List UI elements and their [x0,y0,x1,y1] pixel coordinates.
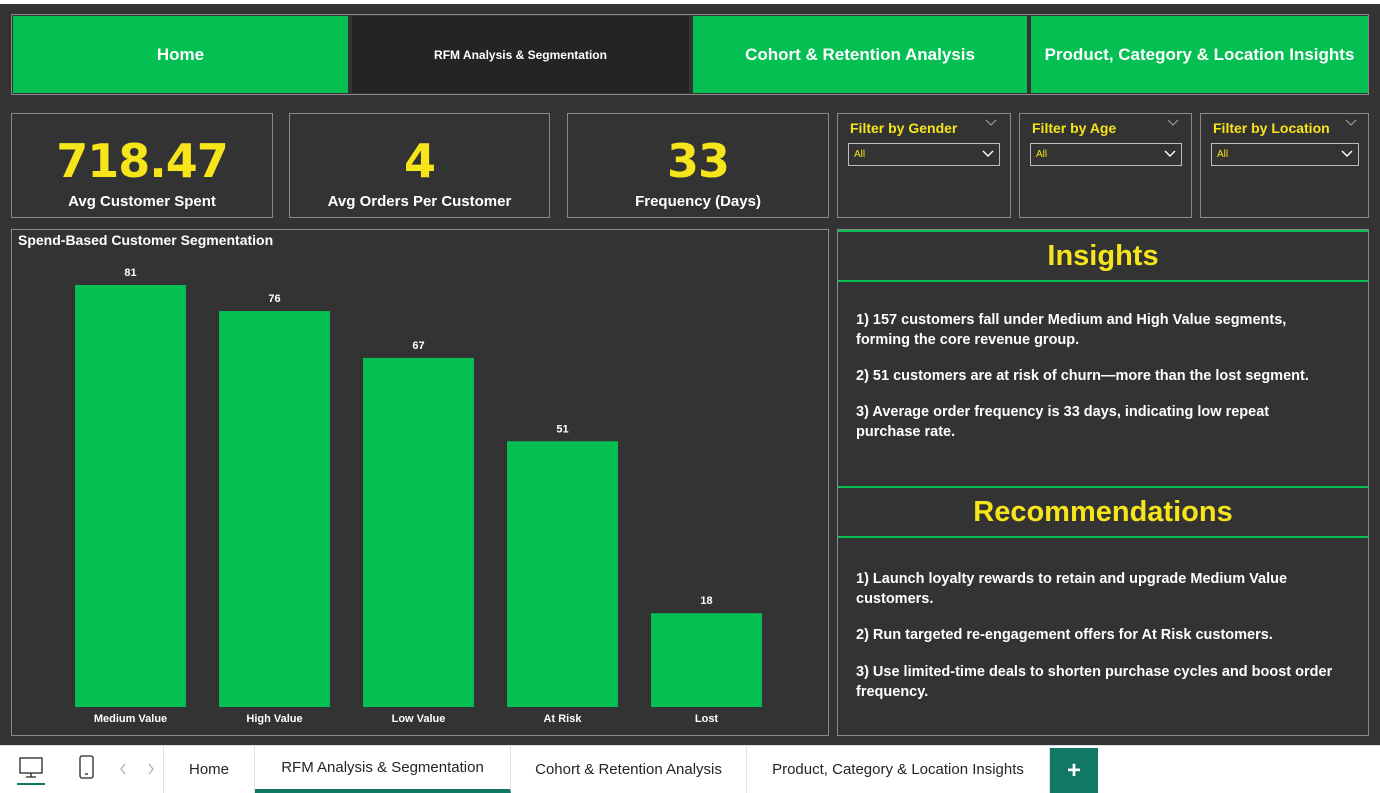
recommendation-item: 3) Use limited-time deals to shorten pur… [856,664,1333,700]
nav-product-label: Product, Category & Location Insights [1044,44,1355,64]
chevron-down-icon[interactable] [985,118,997,130]
filter-gender-dropdown[interactable]: All [848,143,1000,166]
tab-label: Product, Category & Location Insights [772,761,1024,778]
insight-item: 3) Average order frequency is 33 days, i… [856,404,1270,440]
x-tick-label: Low Value [392,713,446,725]
kpi-label: Avg Customer Spent [68,193,216,210]
kpi-label: Avg Orders Per Customer [327,193,512,210]
tab-label: RFM Analysis & Segmentation [281,759,484,776]
filter-location-dropdown[interactable]: All [1211,143,1359,166]
filter-location-slicer: Filter by Location All [1200,113,1369,218]
data-label: 18 [700,595,712,607]
bar-at-risk[interactable] [507,441,618,707]
kpi-label: Frequency (Days) [635,193,761,210]
x-tick-label: At Risk [544,713,583,725]
report-canvas: Home RFM Analysis & Segmentation Cohort … [0,0,1380,745]
kpi-card-avg-spent: 718.47 Avg Customer Spent [11,113,273,218]
bar-medium-value[interactable] [75,285,186,707]
chevron-down-icon[interactable] [1345,118,1357,130]
chevron-down-icon [981,146,995,160]
page-tab-bar: Home RFM Analysis & Segmentation Cohort … [0,745,1380,793]
top-edge [0,0,1380,4]
chevron-down-icon [1163,146,1177,160]
mobile-view-icon[interactable] [78,755,96,786]
tab-rfm-analysis[interactable]: RFM Analysis & Segmentation [255,746,511,793]
recommendation-item: 1) Launch loyalty rewards to retain and … [856,571,1288,607]
data-label: 51 [556,423,568,435]
kpi-value: 718.47 [56,134,229,188]
tab-product-category[interactable]: Product, Category & Location Insights [747,746,1050,793]
recommendations-title: Recommendations [838,486,1368,538]
bar-high-value[interactable] [219,311,330,707]
segmentation-chart: Spend-Based Customer Segmentation 81 Medi… [11,229,829,736]
kpi-card-avg-orders: 4 Avg Orders Per Customer [289,113,550,218]
tab-home[interactable]: Home [163,746,255,793]
filter-age-slicer: Filter by Age All [1019,113,1192,218]
nav-product-button[interactable]: Product, Category & Location Insights [1031,16,1368,93]
nav-home-button[interactable]: Home [13,16,348,93]
kpi-value: 4 [403,134,436,188]
nav-home-label: Home [156,44,205,64]
filter-age-dropdown[interactable]: All [1030,143,1182,166]
dropdown-value: All [854,149,866,160]
add-page-button[interactable]: + [1050,748,1098,793]
filter-gender-slicer: Filter by Gender All [837,113,1011,218]
bar-chart-svg: 81 Medium Value 76 High Value 67 Low Value 51 A… [75,267,762,725]
insight-item: 1) 157 customers fall under Medium and H… [856,312,1287,348]
filter-title: Filter by Age [1032,120,1117,136]
recommendation-item: 2) Run targeted re-engagement offers for… [856,627,1273,643]
data-label: 76 [268,293,280,305]
insights-panel: Insights 1) 157 customers fall under Med… [837,229,1369,736]
bar-low-value[interactable] [363,357,474,707]
desktop-view-icon[interactable] [17,755,45,790]
kpi-value: 33 [666,134,730,188]
x-tick-label: Medium Value [94,713,167,725]
data-label: 81 [124,267,136,279]
nav-cohort-label: Cohort & Retention Analysis [745,44,975,64]
dropdown-value: All [1217,149,1229,160]
filter-title: Filter by Gender [850,120,958,136]
tab-label: Home [188,761,229,778]
data-label: 67 [412,340,424,352]
nav-rfm-button[interactable]: RFM Analysis & Segmentation [352,16,689,93]
insight-item: 2) 51 customers are at risk of churn—mor… [856,368,1309,384]
chevron-down-icon[interactable] [1167,118,1179,130]
filter-title: Filter by Location [1213,120,1330,136]
nav-rfm-label: RFM Analysis & Segmentation [434,47,607,62]
x-tick-label: High Value [246,713,302,725]
tab-cohort-retention[interactable]: Cohort & Retention Analysis [511,746,747,793]
x-tick-label: Lost [695,713,719,725]
kpi-card-frequency: 33 Frequency (Days) [567,113,829,218]
chevron-right-icon[interactable] [146,762,156,780]
chevron-left-icon[interactable] [118,762,128,780]
dropdown-value: All [1036,149,1048,160]
insights-title: Insights [838,230,1368,282]
tab-label: Cohort & Retention Analysis [535,761,722,778]
nav-cohort-button[interactable]: Cohort & Retention Analysis [693,16,1027,93]
chevron-down-icon [1340,146,1354,160]
bar-lost[interactable] [651,613,762,707]
